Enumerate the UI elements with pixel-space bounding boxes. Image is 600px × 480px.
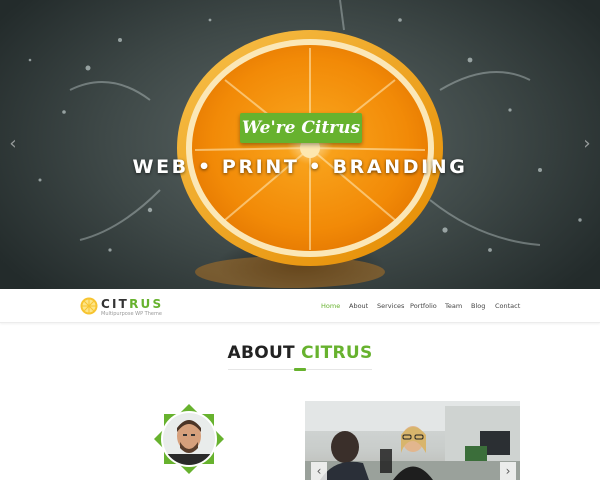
title-divider-accent: [294, 368, 306, 371]
nav-item-blog[interactable]: Blog: [471, 302, 485, 310]
nav-item-portfolio[interactable]: Portfolio: [410, 302, 437, 310]
hero-prev-button[interactable]: ‹: [6, 134, 20, 154]
photo-prev-button[interactable]: ‹: [311, 462, 327, 480]
office-team-photo: [305, 401, 520, 480]
about-title-part2: CITRUS: [301, 343, 373, 363]
nav-item-contact[interactable]: Contact: [495, 302, 520, 310]
nav-item-about[interactable]: About: [349, 302, 368, 310]
main-navigation: Home About Services Portfolio Team Blog …: [0, 302, 600, 312]
orange-splash-image: [28, 0, 582, 288]
hero-tagline: We're Citrus: [240, 113, 362, 143]
hero-next-button[interactable]: ›: [580, 134, 594, 154]
hero-slider: ‹ › We're Citrus WEB • PRINT • BRANDING: [0, 0, 600, 289]
nav-item-team[interactable]: Team: [445, 302, 462, 310]
about-section-title: ABOUT CITRUS: [0, 343, 600, 363]
nav-item-home[interactable]: Home: [321, 302, 340, 310]
hero-headline: WEB • PRINT • BRANDING: [132, 156, 468, 178]
about-title-part1: ABOUT: [227, 343, 295, 363]
team-member-avatar: [154, 404, 224, 474]
nav-item-services[interactable]: Services: [377, 302, 404, 310]
photo-next-button[interactable]: ›: [500, 462, 516, 480]
office-photo-image: [305, 401, 520, 480]
